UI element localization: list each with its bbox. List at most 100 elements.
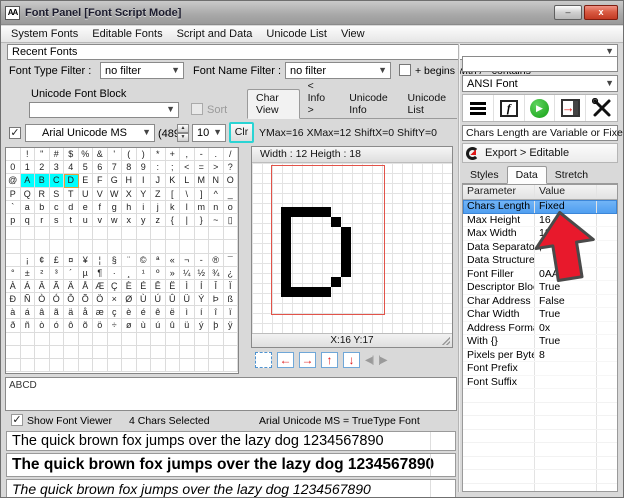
grid-cell[interactable]: [35, 227, 50, 241]
grid-cell[interactable]: [136, 332, 151, 346]
grid-cell-c[interactable]: c: [49, 200, 64, 214]
grid-cell-9[interactable]: 9: [136, 161, 151, 175]
grid-cell[interactable]: [223, 345, 238, 359]
grid-cell-¼[interactable]: ¼: [180, 266, 195, 280]
glyph-pixel[interactable]: [291, 287, 301, 297]
grid-cell-»[interactable]: »: [165, 266, 180, 280]
grid-cell[interactable]: [209, 359, 224, 373]
grid-cell-¥[interactable]: ¥: [78, 253, 93, 267]
grid-cell[interactable]: [151, 345, 166, 359]
grid-cell-R[interactable]: R: [35, 187, 50, 201]
grid-cell[interactable]: [223, 227, 238, 241]
font-f-icon[interactable]: f: [494, 95, 525, 121]
move-up-icon[interactable]: ↑: [321, 352, 338, 368]
grid-cell[interactable]: [107, 240, 122, 254]
grid-cell[interactable]: [20, 359, 35, 373]
grid-cell-8[interactable]: 8: [122, 161, 137, 175]
grid-cell-Ö[interactable]: Ö: [93, 293, 108, 307]
grid-cell[interactable]: [93, 227, 108, 241]
grid-cell-T[interactable]: T: [64, 187, 79, 201]
grid-cell-î[interactable]: î: [209, 306, 224, 320]
grid-cell-Ê[interactable]: Ê: [151, 279, 166, 294]
grid-cell[interactable]: [93, 359, 108, 373]
grid-cell-_[interactable]: _: [223, 187, 238, 201]
grid-cell-'[interactable]: ': [107, 148, 122, 162]
grid-cell-È[interactable]: È: [122, 279, 137, 294]
tab-data[interactable]: Data: [506, 166, 547, 184]
grid-cell-p[interactable]: p: [6, 213, 21, 228]
grid-cell[interactable]: [35, 345, 50, 359]
grid-cell-J[interactable]: J: [151, 174, 166, 188]
grid-cell[interactable]: [64, 345, 79, 359]
resize-grip-icon[interactable]: [442, 337, 450, 345]
grid-cell-Î[interactable]: Î: [209, 279, 224, 294]
grid-cell[interactable]: [107, 227, 122, 241]
move-down-icon[interactable]: ↓: [343, 352, 360, 368]
grid-cell-▯[interactable]: ▯: [223, 213, 238, 228]
grid-cell[interactable]: [6, 332, 21, 346]
grid-cell-ì[interactable]: ì: [180, 306, 195, 320]
grid-cell-æ[interactable]: æ: [93, 306, 108, 320]
tab-styles[interactable]: Styles: [462, 167, 507, 183]
grid-cell-2[interactable]: 2: [35, 161, 50, 175]
grid-cell-^[interactable]: ^: [209, 187, 224, 201]
grid-cell-º[interactable]: º: [151, 266, 166, 280]
grid-cell[interactable]: [194, 359, 209, 373]
grid-cell[interactable]: [165, 332, 180, 346]
grid-cell-Í[interactable]: Í: [194, 279, 209, 294]
sort-checkbox[interactable]: [191, 103, 203, 115]
glyph-pixel[interactable]: [301, 287, 311, 297]
grid-cell-*[interactable]: *: [151, 148, 166, 162]
grid-cell-¬[interactable]: ¬: [180, 253, 195, 267]
grid-cell-i[interactable]: i: [136, 200, 151, 214]
glyph-pixel-canvas[interactable]: [252, 163, 452, 333]
grid-cell-a[interactable]: a: [20, 200, 35, 214]
grid-cell-f[interactable]: f: [93, 200, 108, 214]
glyph-pixel[interactable]: [281, 227, 291, 237]
grid-cell-M[interactable]: M: [194, 174, 209, 188]
glyph-pixel[interactable]: [301, 207, 311, 217]
grid-cell[interactable]: [122, 240, 137, 254]
run-icon[interactable]: ▶: [525, 95, 556, 121]
grid-cell-Ä[interactable]: Ä: [64, 279, 79, 294]
grid-cell-¿[interactable]: ¿: [223, 266, 238, 280]
grid-cell[interactable]: [49, 240, 64, 254]
grid-cell[interactable]: [223, 332, 238, 346]
grid-cell-å[interactable]: å: [78, 306, 93, 320]
grid-cell-ò[interactable]: ò: [35, 319, 50, 333]
grid-cell-à[interactable]: à: [6, 306, 21, 320]
grid-cell[interactable]: [6, 345, 21, 359]
grid-cell[interactable]: [180, 332, 195, 346]
grid-cell[interactable]: [78, 227, 93, 241]
grid-cell-:[interactable]: :: [151, 161, 166, 175]
grid-cell[interactable]: [122, 227, 137, 241]
grid-cell--[interactable]: -: [194, 148, 209, 162]
glyph-pixel[interactable]: [281, 287, 291, 297]
grid-cell-¯[interactable]: ¯: [223, 253, 238, 267]
grid-cell[interactable]: [6, 359, 21, 373]
grid-cell-B[interactable]: B: [35, 174, 50, 188]
menu-item-editable-fonts[interactable]: Editable Fonts: [85, 28, 169, 40]
grid-cell-Ë[interactable]: Ë: [165, 279, 180, 294]
grid-cell-L[interactable]: L: [180, 174, 195, 188]
table-row-char-address[interactable]: Char Address False: [463, 294, 617, 308]
grid-cell-Ü[interactable]: Ü: [180, 293, 195, 307]
glyph-pixel[interactable]: [341, 247, 351, 257]
grid-cell[interactable]: [194, 345, 209, 359]
grid-cell-þ[interactable]: þ: [209, 319, 224, 333]
grid-cell-N[interactable]: N: [209, 174, 224, 188]
glyph-pixel[interactable]: [281, 267, 291, 277]
table-row-address-format[interactable]: Address Format 0x: [463, 321, 617, 335]
grid-cell[interactable]: [64, 240, 79, 254]
grid-cell-&[interactable]: &: [93, 148, 108, 162]
glyph-pixel[interactable]: [311, 287, 321, 297]
grid-cell-}[interactable]: }: [194, 213, 209, 228]
grid-cell-<[interactable]: <: [180, 161, 195, 175]
grid-cell-ñ[interactable]: ñ: [20, 319, 35, 333]
grid-cell-~[interactable]: ~: [209, 213, 224, 228]
move-left-icon[interactable]: ←: [277, 352, 294, 368]
grid-cell-U[interactable]: U: [78, 187, 93, 201]
grid-cell-ÿ[interactable]: ÿ: [223, 319, 238, 333]
grid-cell[interactable]: [136, 240, 151, 254]
font-type-filter-dropdown[interactable]: no filter ▼: [100, 62, 184, 79]
